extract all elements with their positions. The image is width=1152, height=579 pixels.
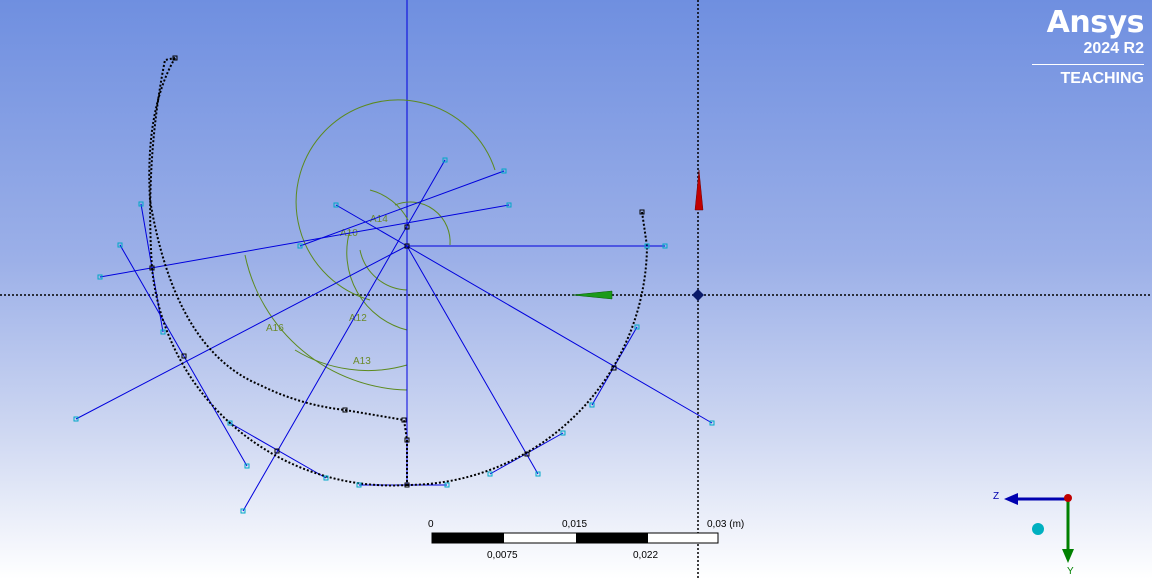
sketch-curves[interactable] [148,57,649,487]
triad-label-y: Y [1067,566,1074,577]
sketch-canvas[interactable]: A14 A10 A16 A12 A13 [0,0,1152,579]
scale-tick-0: 0 [428,519,434,530]
dimension-label-a16[interactable]: A16 [266,323,284,334]
direction-arrow-green [571,290,613,300]
logo-version: 2024 R2 [1083,40,1145,57]
logo-brand: Ansys [1046,5,1145,40]
axis-triad[interactable] [1004,493,1074,563]
normal-arrow-red [694,169,704,211]
ansys-logo: Ansys 2024 R2 TEACHING [1032,5,1145,89]
graphics-viewport[interactable]: A14 A10 A16 A12 A13 [0,0,1152,579]
curve-points[interactable] [149,55,645,488]
logo-edition: TEACHING [1060,70,1144,87]
scale-tick-0-022: 0,022 [633,550,658,561]
dimension-label-a13[interactable]: A13 [353,356,371,367]
construction-lines[interactable] [75,159,713,512]
scale-tick-0-03: 0,03 (m) [707,519,744,530]
logo-divider [1032,64,1144,65]
origin-marker[interactable] [692,289,704,301]
scale-tick-0-0075: 0,0075 [487,550,518,561]
scale-tick-0-015: 0,015 [562,519,587,530]
triad-label-z: Z [993,491,999,502]
scale-bar [431,532,719,544]
